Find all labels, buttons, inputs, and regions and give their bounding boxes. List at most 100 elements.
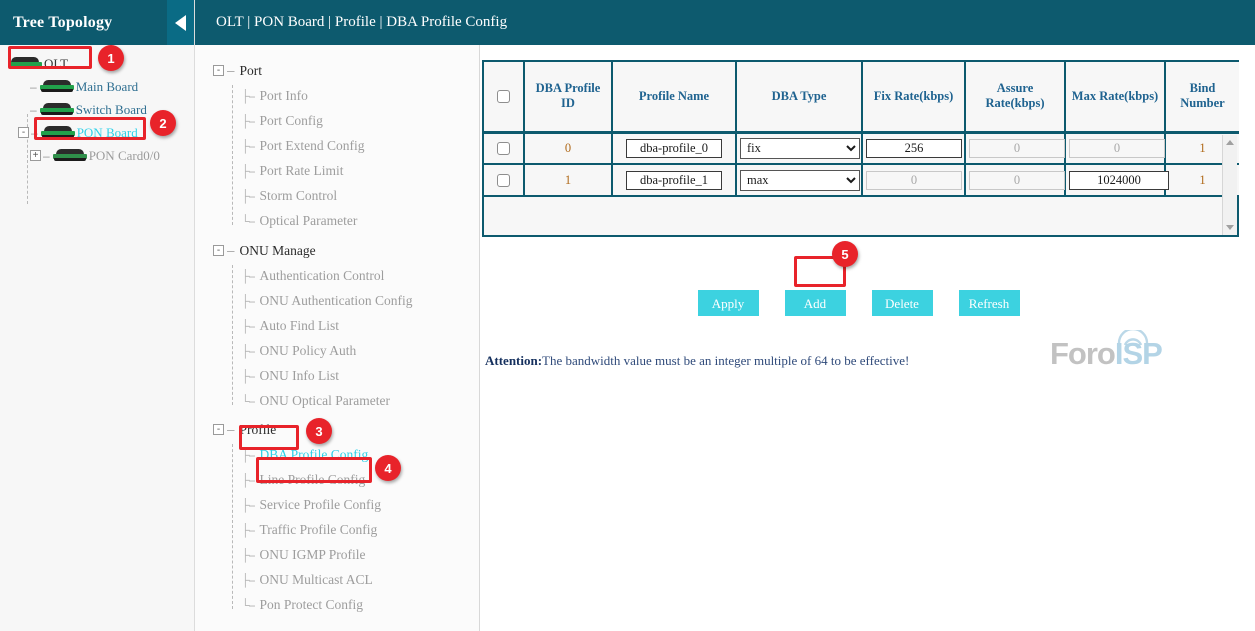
menu-item-tick: ├-- xyxy=(241,89,255,103)
menu-item-tick: └-- xyxy=(241,598,255,612)
annotation-badge-4: 4 xyxy=(375,455,401,481)
table-row: 1 max xyxy=(484,164,1239,196)
tree-node-olt[interactable]: OLT xyxy=(0,52,194,75)
menu-item-label: Port Extend Config xyxy=(260,138,365,154)
tree-sidebar-title: Tree Topology xyxy=(0,14,112,32)
table-header-max-rate: Max Rate(kbps) xyxy=(1065,62,1165,132)
refresh-button[interactable]: Refresh xyxy=(959,290,1020,316)
menu-item-dba-profile-config[interactable]: ├-- DBA Profile Config xyxy=(195,442,479,467)
menu-group-onu-manage[interactable]: - – ONU Manage xyxy=(195,238,479,263)
menu-item-port-info[interactable]: ├-- Port Info xyxy=(195,83,479,108)
menu-collapse-toggle[interactable]: - xyxy=(213,245,224,256)
menu-item-optical-parameter[interactable]: └-- Optical Parameter xyxy=(195,208,479,233)
apply-button[interactable]: Apply xyxy=(698,290,759,316)
tree-collapse-toggle[interactable]: - xyxy=(18,127,29,138)
menu-item-tick: ├-- xyxy=(241,573,255,587)
device-board-icon xyxy=(40,103,74,116)
menu-item-auto-find-list[interactable]: ├-- Auto Find List xyxy=(195,313,479,338)
menu-branch-dash: – xyxy=(227,422,235,437)
menu-item-tick: ├-- xyxy=(241,319,255,333)
menu-item-authentication-control[interactable]: ├-- Authentication Control xyxy=(195,263,479,288)
menu-item-tick: └-- xyxy=(241,214,255,228)
table-header-select-all xyxy=(484,62,524,132)
row-checkbox[interactable] xyxy=(497,174,510,187)
menu-item-service-profile-config[interactable]: ├-- Service Profile Config xyxy=(195,492,479,517)
menu-group-profile[interactable]: - – Profile xyxy=(195,417,479,442)
menu-item-label: Port Rate Limit xyxy=(260,163,344,179)
dba-type-select[interactable]: fix xyxy=(740,138,860,159)
watermark-text-foro: Foro xyxy=(1050,336,1115,371)
menu-item-traffic-profile-config[interactable]: ├-- Traffic Profile Config xyxy=(195,517,479,542)
chevron-left-icon[interactable] xyxy=(167,0,194,45)
tree-branch-dash: – xyxy=(30,80,37,94)
cell-dba-profile-id: 0 xyxy=(524,132,612,164)
table-row: 0 fix xyxy=(484,132,1239,164)
cell-profile-name xyxy=(612,132,736,164)
menu-item-onu-igmp-profile[interactable]: ├-- ONU IGMP Profile xyxy=(195,542,479,567)
dba-type-select[interactable]: max xyxy=(740,170,860,191)
menu-item-tick: └-- xyxy=(241,394,255,408)
tree-node-label: OLT xyxy=(44,56,68,72)
menu-branch-dash: – xyxy=(227,243,235,258)
menu-item-onu-policy-auth[interactable]: ├-- ONU Policy Auth xyxy=(195,338,479,363)
menu-group-profile-items: ├-- DBA Profile Config ├-- Line Profile … xyxy=(195,442,479,617)
annotation-badge-2: 2 xyxy=(150,110,176,136)
menu-item-port-rate-limit[interactable]: ├-- Port Rate Limit xyxy=(195,158,479,183)
menu-collapse-toggle[interactable]: - xyxy=(213,424,224,435)
menu-item-label: Port Config xyxy=(260,113,323,129)
tree-node-pon-card[interactable]: + – PON Card0/0 xyxy=(0,144,194,167)
dba-profile-table: DBA Profile ID Profile Name DBA Type Fix… xyxy=(484,62,1239,197)
fix-rate-input[interactable] xyxy=(866,139,962,158)
add-button[interactable]: Add xyxy=(785,290,846,316)
max-rate-input[interactable] xyxy=(1069,171,1169,190)
profile-name-input[interactable] xyxy=(626,139,722,158)
row-checkbox[interactable] xyxy=(497,142,510,155)
watermark-text-isp: ISP xyxy=(1115,336,1162,371)
cell-max-rate xyxy=(1065,164,1165,196)
menu-group-label: Port xyxy=(240,63,263,79)
cell-profile-name xyxy=(612,164,736,196)
select-all-checkbox[interactable] xyxy=(497,90,510,103)
menu-item-tick: ├-- xyxy=(241,294,255,308)
menu-item-onu-optical-parameter[interactable]: └-- ONU Optical Parameter xyxy=(195,388,479,413)
menu-item-onu-multicast-acl[interactable]: ├-- ONU Multicast ACL xyxy=(195,567,479,592)
device-board-icon xyxy=(41,126,75,139)
attention-note: Attention:The bandwidth value must be an… xyxy=(485,353,909,369)
max-rate-input xyxy=(1069,139,1165,158)
menu-item-label: ONU Policy Auth xyxy=(260,343,357,359)
menu-group-port[interactable]: - – Port xyxy=(195,58,479,83)
menu-item-tick: ├-- xyxy=(241,114,255,128)
tree-expand-toggle[interactable]: + xyxy=(30,150,41,161)
menu-group-label: Profile xyxy=(240,422,277,438)
dba-profile-table-container: DBA Profile ID Profile Name DBA Type Fix… xyxy=(482,60,1239,237)
menu-item-label: Line Profile Config xyxy=(260,472,366,488)
tree-node-label: Switch Board xyxy=(76,102,147,118)
menu-item-label: Authentication Control xyxy=(260,268,385,284)
menu-item-pon-protect-config[interactable]: └-- Pon Protect Config xyxy=(195,592,479,617)
app-root: Tree Topology OLT – Main Board xyxy=(0,0,1255,631)
menu-collapse-toggle[interactable]: - xyxy=(213,65,224,76)
tree-branch-dash: – xyxy=(31,126,38,140)
profile-name-input[interactable] xyxy=(626,171,722,190)
table-vertical-scrollbar[interactable] xyxy=(1222,135,1237,235)
menu-item-label: Storm Control xyxy=(260,188,338,204)
menu-item-port-config[interactable]: ├-- Port Config xyxy=(195,108,479,133)
tree-node-label: PON Board xyxy=(77,125,138,141)
menu-item-port-extend-config[interactable]: ├-- Port Extend Config xyxy=(195,133,479,158)
annotation-badge-5: 5 xyxy=(832,241,858,267)
menu-item-label: ONU Authentication Config xyxy=(260,293,413,309)
menu-item-tick: ├-- xyxy=(241,344,255,358)
scroll-down-arrow-icon[interactable] xyxy=(1226,225,1234,230)
tree-branch-dash: – xyxy=(43,149,50,163)
delete-button[interactable]: Delete xyxy=(872,290,933,316)
menu-item-onu-info-list[interactable]: ├-- ONU Info List xyxy=(195,363,479,388)
menu-item-tick: ├-- xyxy=(241,369,255,383)
scroll-up-arrow-icon[interactable] xyxy=(1226,140,1234,145)
attention-label: Attention: xyxy=(485,353,542,368)
menu-item-storm-control[interactable]: ├-- Storm Control xyxy=(195,183,479,208)
menu-item-onu-authentication-config[interactable]: ├-- ONU Authentication Config xyxy=(195,288,479,313)
tree-topology-sidebar: Tree Topology OLT – Main Board xyxy=(0,0,195,631)
tree-node-main-board[interactable]: – Main Board xyxy=(0,75,194,98)
table-header-fix-rate: Fix Rate(kbps) xyxy=(862,62,965,132)
menu-item-line-profile-config[interactable]: ├-- Line Profile Config xyxy=(195,467,479,492)
